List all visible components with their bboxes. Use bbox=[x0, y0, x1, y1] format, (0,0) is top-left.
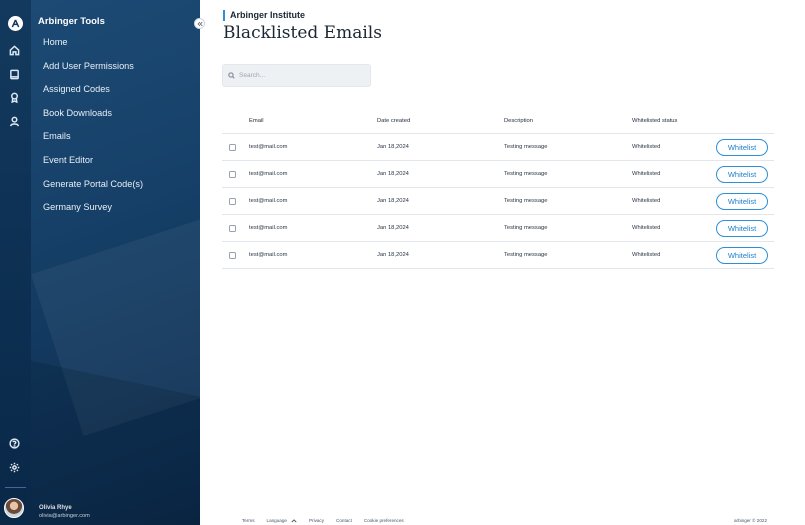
column-header-whitelisted-status[interactable]: Whitelisted status bbox=[632, 118, 716, 124]
search-input[interactable] bbox=[239, 72, 369, 79]
row-checkbox[interactable] bbox=[229, 143, 236, 151]
award-icon[interactable] bbox=[6, 89, 22, 105]
column-header-date-created[interactable]: Date created bbox=[377, 118, 504, 124]
whitelist-button[interactable]: Whitelist bbox=[716, 138, 768, 156]
rail-divider bbox=[5, 487, 26, 488]
row-date: Jan 18,2024 bbox=[377, 225, 409, 231]
footer-contact-link[interactable]: Contact bbox=[336, 516, 352, 525]
row-email: test@mail.com bbox=[249, 252, 288, 258]
row-status: Whitelisted bbox=[632, 198, 661, 204]
footer-privacy-link[interactable]: Privacy bbox=[309, 516, 324, 525]
logo-a-icon[interactable] bbox=[8, 16, 23, 31]
row-email: test@mail.com bbox=[249, 144, 288, 150]
table-header: Email Date created Description Whitelist… bbox=[222, 108, 774, 134]
row-date: Jan 18,2024 bbox=[377, 198, 409, 204]
search-icon bbox=[228, 72, 235, 79]
copyright-text: arbinger © 2022 bbox=[733, 518, 767, 523]
user-info: Olivia Rhye olivia@arbinger.com bbox=[39, 504, 90, 520]
collapse-sidebar-button[interactable] bbox=[194, 18, 205, 29]
help-icon[interactable] bbox=[6, 435, 22, 451]
main-content: Arbinger Institute Blacklisted Emails Em… bbox=[200, 0, 805, 525]
table-row: test@mail.com Jan 18,2024 Testing messag… bbox=[222, 188, 774, 215]
chevron-up-icon bbox=[291, 518, 297, 522]
footer-language-label: Language bbox=[266, 518, 287, 523]
user-name: Olivia Rhye bbox=[39, 505, 72, 511]
avatar[interactable] bbox=[4, 498, 24, 518]
sidebar-nav: Arbinger Tools Home Add User Permissions… bbox=[31, 0, 200, 525]
row-description: Testing message bbox=[504, 171, 548, 177]
search-box[interactable] bbox=[222, 64, 371, 87]
sidebar-item-add-user-permissions[interactable]: Add User Permissions bbox=[43, 60, 143, 84]
table-row: test@mail.com Jan 18,2024 Testing messag… bbox=[222, 242, 774, 269]
table-row: test@mail.com Jan 18,2024 Testing messag… bbox=[222, 161, 774, 188]
row-description: Testing message bbox=[504, 198, 548, 204]
row-checkbox[interactable] bbox=[229, 224, 236, 232]
org-name: Arbinger Institute bbox=[223, 10, 305, 21]
page-title: Blacklisted Emails bbox=[223, 23, 382, 43]
home-icon[interactable] bbox=[6, 42, 22, 58]
row-email: test@mail.com bbox=[249, 198, 288, 204]
row-date: Jan 18,2024 bbox=[377, 171, 409, 177]
whitelist-button[interactable]: Whitelist bbox=[716, 165, 768, 183]
row-description: Testing message bbox=[504, 225, 548, 231]
row-date: Jan 18,2024 bbox=[377, 252, 409, 258]
row-status: Whitelisted bbox=[632, 171, 661, 177]
gear-icon[interactable] bbox=[6, 459, 22, 475]
sidebar-item-emails[interactable]: Emails bbox=[43, 130, 143, 154]
sidebar-item-generate-portal-codes[interactable]: Generate Portal Code(s) bbox=[43, 178, 143, 202]
user-email: olivia@arbinger.com bbox=[39, 513, 90, 519]
row-email: test@mail.com bbox=[249, 171, 288, 177]
row-status: Whitelisted bbox=[632, 252, 661, 258]
whitelist-button[interactable]: Whitelist bbox=[716, 219, 768, 237]
footer-language-selector[interactable]: Language bbox=[267, 516, 297, 525]
table-row: test@mail.com Jan 18,2024 Testing messag… bbox=[222, 215, 774, 242]
row-checkbox[interactable] bbox=[229, 251, 236, 259]
row-checkbox[interactable] bbox=[229, 170, 236, 178]
double-chevron-left-icon bbox=[197, 21, 203, 26]
whitelist-button[interactable]: Whitelist bbox=[716, 192, 768, 210]
row-checkbox[interactable] bbox=[229, 197, 236, 205]
footer-links: Terms Language Privacy Contact Cookie pr… bbox=[242, 516, 416, 525]
row-date: Jan 18,2024 bbox=[377, 144, 409, 150]
sidebar-item-germany-survey[interactable]: Germany Survey bbox=[43, 201, 143, 225]
sidebar-item-home[interactable]: Home bbox=[43, 36, 143, 60]
user-icon[interactable] bbox=[6, 113, 22, 129]
footer-terms-link[interactable]: Terms bbox=[242, 516, 255, 525]
sidebar-menu: Home Add User Permissions Assigned Codes… bbox=[43, 36, 143, 225]
footer-cookie-preferences-link[interactable]: Cookie preferences bbox=[364, 516, 404, 525]
icon-rail bbox=[0, 0, 31, 525]
column-header-description[interactable]: Description bbox=[504, 118, 632, 124]
column-header-email[interactable]: Email bbox=[249, 118, 377, 124]
row-description: Testing message bbox=[504, 144, 548, 150]
sidebar-item-book-downloads[interactable]: Book Downloads bbox=[43, 107, 143, 131]
row-email: test@mail.com bbox=[249, 225, 288, 231]
table-row: test@mail.com Jan 18,2024 Testing messag… bbox=[222, 134, 774, 161]
book-icon[interactable] bbox=[6, 66, 22, 82]
whitelist-button[interactable]: Whitelist bbox=[716, 246, 768, 264]
sidebar-item-event-editor[interactable]: Event Editor bbox=[43, 154, 143, 178]
row-status: Whitelisted bbox=[632, 225, 661, 231]
sidebar-item-assigned-codes[interactable]: Assigned Codes bbox=[43, 83, 143, 107]
row-description: Testing message bbox=[504, 252, 548, 258]
footer: Terms Language Privacy Contact Cookie pr… bbox=[200, 516, 805, 525]
blacklisted-emails-table: Email Date created Description Whitelist… bbox=[222, 108, 774, 269]
sidebar-title: Arbinger Tools bbox=[38, 16, 105, 27]
row-status: Whitelisted bbox=[632, 144, 661, 150]
